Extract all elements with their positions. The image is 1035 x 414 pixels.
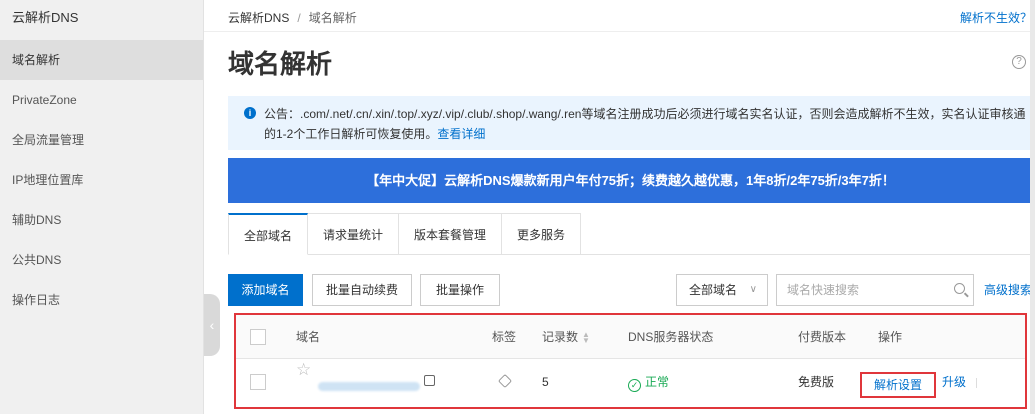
plan-version: 免费版 bbox=[798, 375, 835, 389]
advanced-search-link[interactable]: 高级搜索 bbox=[984, 274, 1032, 306]
search-placeholder: 域名快速搜索 bbox=[787, 283, 860, 297]
sidebar-title: 云解析DNS bbox=[12, 10, 79, 25]
sidebar-item-domain-resolution[interactable]: 域名解析 bbox=[0, 40, 203, 80]
batch-renew-button[interactable]: 批量自动续费 bbox=[312, 274, 412, 306]
domain-search-input[interactable]: 域名快速搜索 bbox=[776, 274, 974, 306]
resolution-settings-link[interactable]: 解析设置 bbox=[860, 372, 936, 398]
header-record-count[interactable]: 记录数 ▲ ▼ bbox=[542, 315, 590, 359]
sidebar-item-secondary-dns[interactable]: 辅助DNS bbox=[0, 200, 203, 240]
tab-plan-management[interactable]: 版本套餐管理 bbox=[399, 213, 503, 255]
scrollbar-track[interactable] bbox=[1030, 0, 1035, 414]
header-record-count-label: 记录数 bbox=[542, 330, 579, 344]
search-icon[interactable] bbox=[954, 283, 965, 294]
breadcrumb-current: 域名解析 bbox=[308, 11, 357, 25]
check-circle-icon: ✓ bbox=[628, 379, 641, 392]
action-separator bbox=[976, 378, 977, 388]
header-actions: 操作 bbox=[878, 330, 903, 344]
notice-line-1: 公告：.com/.net/.cn/.xin/.top/.xyz/.vip/.cl… bbox=[264, 107, 1026, 121]
breadcrumb-separator: / bbox=[297, 11, 301, 25]
tab-all-domains[interactable]: 全部域名 bbox=[228, 213, 309, 255]
upgrade-link[interactable]: 升级 bbox=[942, 360, 966, 404]
record-count: 5 bbox=[542, 375, 549, 389]
row-checkbox[interactable] bbox=[250, 374, 266, 390]
promo-banner[interactable]: 【年中大促】云解析DNS爆款新用户年付75折；续费越久越优惠，1年8折/2年75… bbox=[228, 158, 1033, 203]
resolution-not-working-link[interactable]: 解析不生效？ bbox=[960, 9, 1032, 26]
tab-request-stats[interactable]: 请求量统计 bbox=[308, 213, 400, 255]
header-tag: 标签 bbox=[492, 330, 517, 344]
info-icon: i bbox=[244, 107, 256, 119]
dns-status: ✓ 正常 bbox=[628, 360, 669, 404]
notice-banner: i 公告：.com/.net/.cn/.xin/.top/.xyz/.vip/.… bbox=[228, 96, 1035, 150]
sidebar-item-public-dns[interactable]: 公共DNS bbox=[0, 240, 203, 280]
breadcrumb-root[interactable]: 云解析DNS bbox=[228, 11, 289, 25]
notice-line-2-text: 的1-2个工作日解析可恢复使用。 bbox=[264, 127, 438, 141]
batch-operations-button[interactable]: 批量操作 bbox=[420, 274, 500, 306]
tab-bar: 全部域名 请求量统计 版本套餐管理 更多服务 bbox=[228, 213, 582, 255]
chevron-left-icon: ‹ bbox=[209, 317, 215, 333]
notice-line-2: 的1-2个工作日解析可恢复使用。查看详细 bbox=[264, 124, 1035, 144]
header-dns-status: DNS服务器状态 bbox=[628, 330, 714, 344]
dns-status-text: 正常 bbox=[645, 375, 670, 389]
chevron-down-icon: ∨ bbox=[749, 284, 757, 295]
select-all-checkbox[interactable] bbox=[250, 329, 266, 345]
header-divider bbox=[204, 31, 1035, 32]
add-domain-button[interactable]: 添加域名 bbox=[228, 274, 303, 306]
toolbar: 添加域名 批量自动续费 批量操作 全部域名 ∨ 域名快速搜索 高级搜索 bbox=[228, 274, 1035, 306]
main-content: 云解析DNS / 域名解析 解析不生效？ 域名解析 ? i 公告：.com/.net… bbox=[204, 0, 1035, 414]
help-icon[interactable]: ? bbox=[1012, 55, 1026, 69]
domain-name-redacted[interactable] bbox=[318, 382, 420, 391]
page-title: 域名解析 bbox=[228, 49, 333, 79]
header-domain: 域名 bbox=[296, 330, 321, 344]
sidebar-item-operation-log[interactable]: 操作日志 bbox=[0, 280, 203, 320]
header-plan: 付费版本 bbox=[798, 330, 847, 344]
star-icon[interactable]: ☆ bbox=[296, 360, 311, 380]
sidebar-collapse-handle[interactable]: ‹ bbox=[204, 294, 220, 356]
sidebar-item-global-traffic[interactable]: 全局流量管理 bbox=[0, 120, 203, 160]
notice-detail-link[interactable]: 查看详细 bbox=[437, 127, 485, 141]
sidebar: 云解析DNS 域名解析 PrivateZone 全局流量管理 IP地理位置库 辅… bbox=[0, 0, 204, 414]
tag-icon[interactable] bbox=[497, 373, 513, 389]
domain-filter-value: 全部域名 bbox=[689, 283, 738, 297]
domain-filter-select[interactable]: 全部域名 ∨ bbox=[676, 274, 768, 306]
sidebar-item-privatezone[interactable]: PrivateZone bbox=[0, 80, 203, 120]
table-row: ☆ 5 ✓ 正常 免费版 解析设置 升级 bbox=[236, 360, 1025, 404]
breadcrumb: 云解析DNS / 域名解析 bbox=[228, 9, 357, 26]
table-header: 域名 标签 记录数 ▲ ▼ DNS服务器状态 付费版本 操作 bbox=[236, 315, 1025, 359]
domain-table: 域名 标签 记录数 ▲ ▼ DNS服务器状态 付费版本 操作 ☆ 5 ✓ 正常 免费版… bbox=[234, 313, 1027, 409]
sidebar-item-ip-geo[interactable]: IP地理位置库 bbox=[0, 160, 203, 200]
edit-icon[interactable] bbox=[424, 375, 435, 386]
tab-more-services[interactable]: 更多服务 bbox=[502, 213, 582, 255]
sort-icon[interactable]: ▲ ▼ bbox=[582, 330, 590, 344]
